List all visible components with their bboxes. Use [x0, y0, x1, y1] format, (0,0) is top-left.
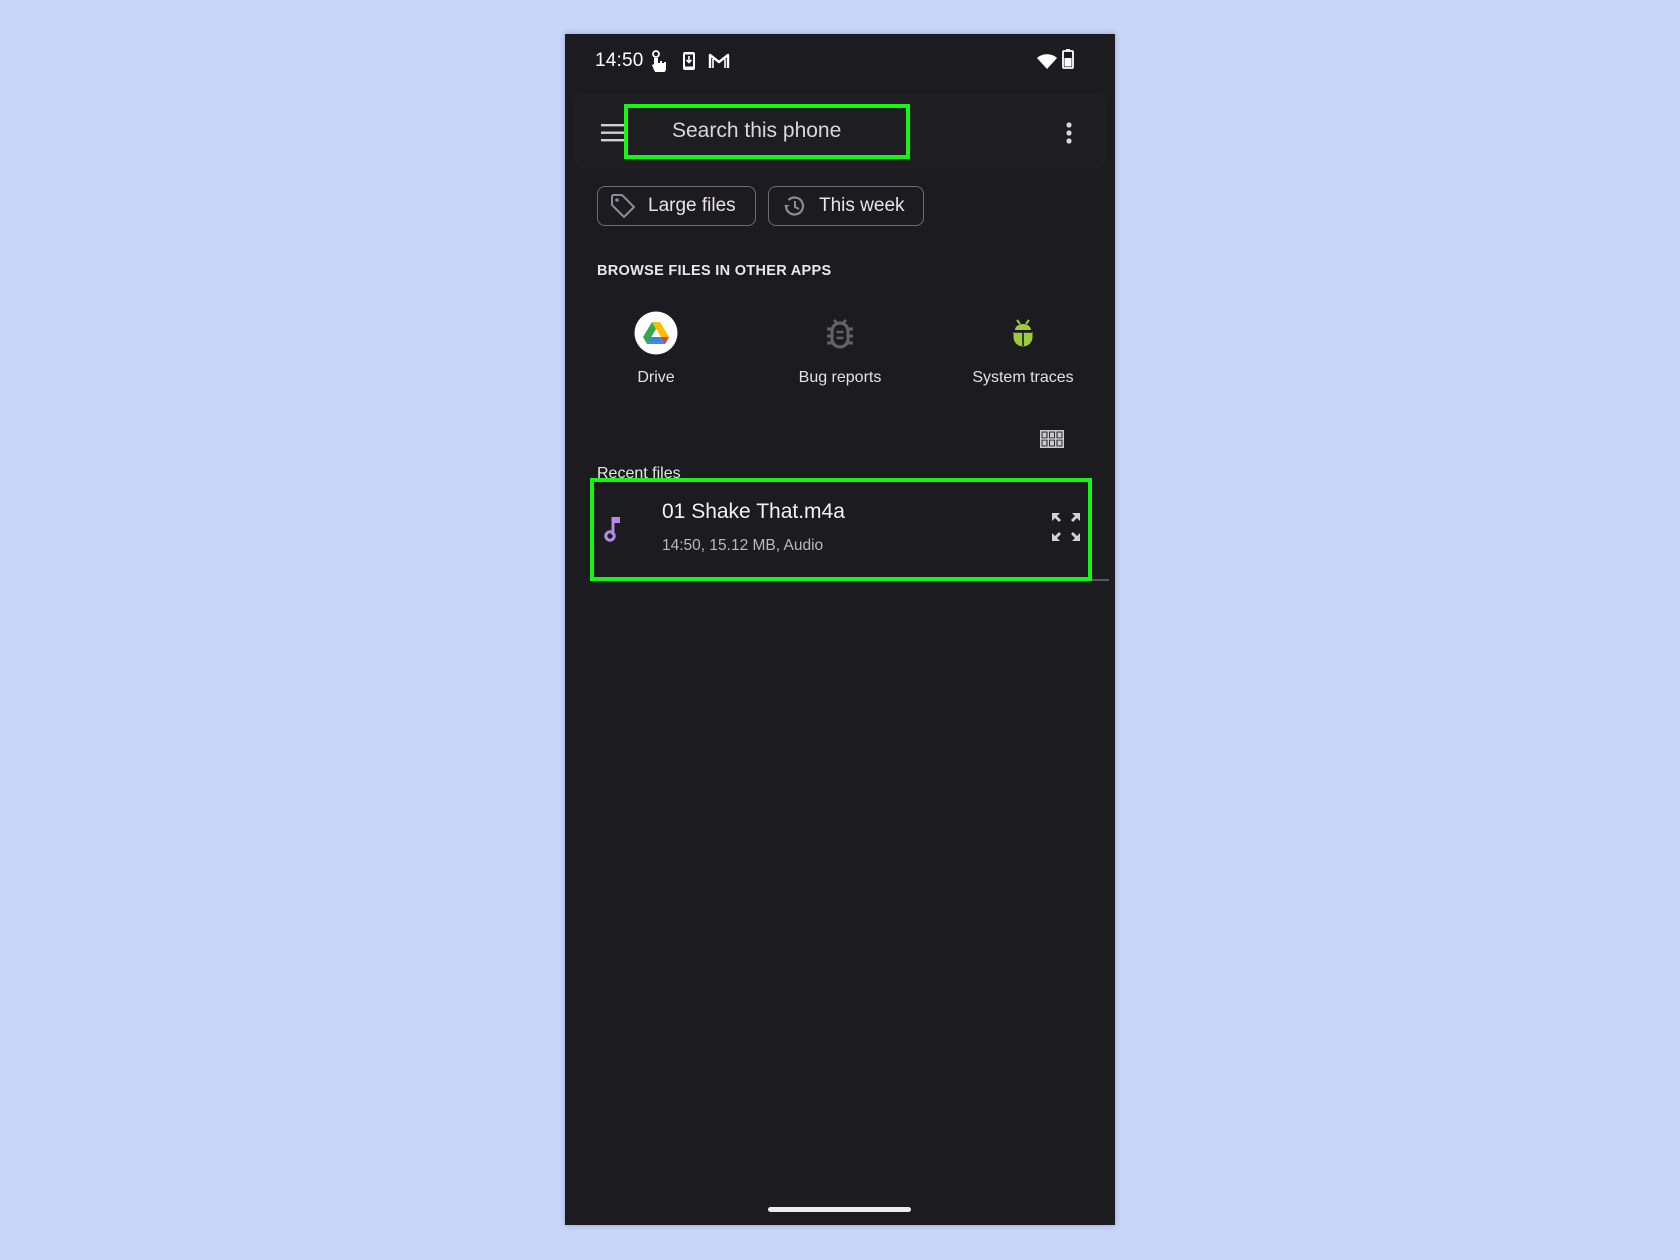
app-label: Drive	[637, 369, 675, 386]
app-label: System traces	[972, 369, 1074, 386]
tag-icon	[610, 193, 636, 219]
battery-icon	[1062, 49, 1074, 74]
browse-section-title: BROWSE FILES IN OTHER APPS	[597, 263, 832, 279]
download-to-device-icon	[682, 51, 696, 76]
chip-label: Large files	[648, 195, 736, 216]
chip-large-files[interactable]: Large files	[597, 186, 756, 226]
file-highlight-box	[590, 478, 1092, 581]
hamburger-menu-icon[interactable]	[601, 124, 625, 147]
search-highlight-box	[624, 104, 910, 159]
google-drive-icon	[566, 311, 746, 355]
chip-this-week[interactable]: This week	[768, 186, 924, 226]
status-time: 14:50	[595, 50, 644, 71]
app-system-traces[interactable]: System traces	[933, 311, 1113, 387]
app-bug-reports[interactable]: Bug reports	[750, 311, 930, 387]
wifi-icon	[1037, 53, 1057, 74]
phone-screen: 14:50 Search this phone Large files This…	[565, 34, 1115, 1225]
home-gesture-bar[interactable]	[768, 1207, 911, 1212]
app-label: Bug reports	[798, 369, 882, 386]
touch-app-icon	[649, 50, 667, 77]
chip-label: This week	[819, 195, 905, 216]
app-drive[interactable]: Drive	[566, 311, 746, 387]
bug-icon	[750, 311, 930, 355]
gmail-icon	[708, 53, 730, 74]
grid-view-icon[interactable]	[1040, 430, 1064, 453]
android-bug-icon	[933, 311, 1113, 355]
history-icon	[781, 193, 807, 219]
more-vert-icon[interactable]	[1066, 122, 1072, 149]
